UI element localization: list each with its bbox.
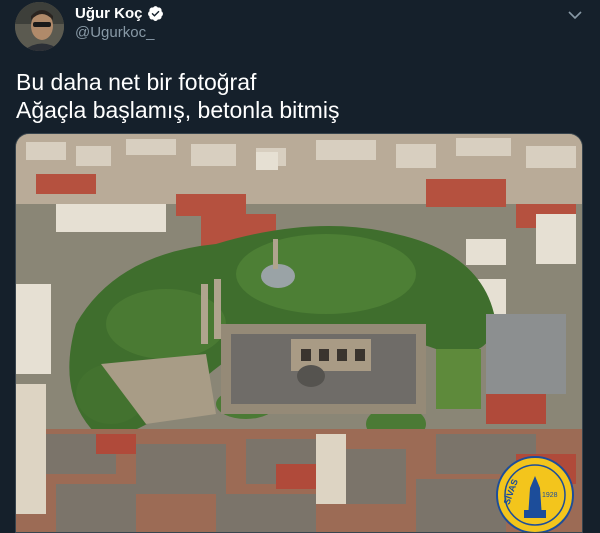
sivas-seal-emblem: SİVAS bbox=[502, 464, 566, 526]
name-row: Uğur Koç bbox=[75, 5, 164, 22]
chevron-down-icon[interactable] bbox=[566, 6, 584, 24]
user-handle[interactable]: @Ugurkoc_ bbox=[75, 24, 154, 41]
tweet-text: Bu daha net bir fotoğraf Ağaçla başlamış… bbox=[16, 68, 339, 124]
verified-badge-icon bbox=[147, 6, 163, 21]
display-name[interactable]: Uğur Koç bbox=[75, 5, 143, 22]
sivas-logo-seal: SİVAS 1928 bbox=[496, 456, 574, 532]
tweet-text-line-2: Ağaçla başlamış, betonla bitmiş bbox=[16, 97, 340, 123]
tweet-photo[interactable]: SİVAS 1928 bbox=[15, 133, 583, 533]
avatar-image bbox=[15, 2, 64, 51]
tweet-card: Uğur Koç @Ugurkoc_ Bu daha net bir fotoğ… bbox=[0, 0, 600, 533]
avatar[interactable] bbox=[15, 2, 64, 51]
tweet-text-line-1: Bu daha net bir fotoğraf bbox=[16, 69, 257, 95]
seal-year: 1928 bbox=[542, 492, 558, 499]
svg-text:SİVAS: SİVAS bbox=[502, 478, 520, 506]
